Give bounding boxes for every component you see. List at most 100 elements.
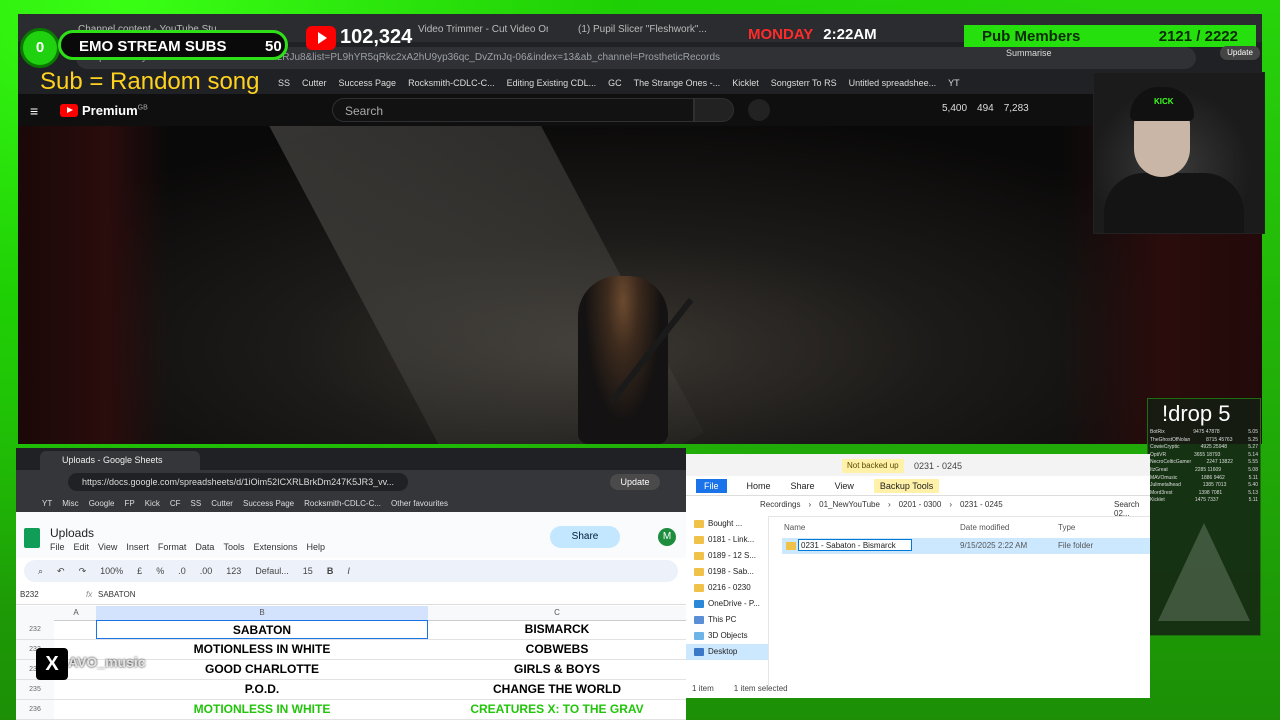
cell-song[interactable]: COBWEBS bbox=[428, 640, 686, 659]
ribbon-home-tab[interactable]: Home bbox=[747, 481, 771, 491]
sidebar-item-onedrive[interactable]: OneDrive - P... bbox=[686, 596, 768, 612]
breadcrumb-item[interactable]: Recordings bbox=[760, 500, 800, 509]
sheets-update-button[interactable]: Update bbox=[610, 474, 660, 490]
menu-view[interactable]: View bbox=[98, 542, 117, 552]
column-name[interactable]: Name bbox=[784, 523, 805, 532]
hamburger-menu-icon[interactable]: ≡ bbox=[30, 103, 38, 119]
bookmark-item[interactable]: YT bbox=[948, 78, 960, 88]
sidebar-item-this-pc[interactable]: This PC bbox=[686, 612, 768, 628]
cell-artist[interactable]: SABATON bbox=[96, 620, 428, 639]
rename-input[interactable]: 0231 - Sabaton - Bismarck bbox=[798, 539, 912, 551]
sheets-address-bar[interactable]: https://docs.google.com/spreadsheets/d/1… bbox=[68, 473, 408, 491]
sidebar-item[interactable]: 0216 - 0230 bbox=[686, 580, 768, 596]
search-icon[interactable]: ⌕ bbox=[38, 566, 43, 577]
sidebar-item[interactable]: 0189 - 12 S... bbox=[686, 548, 768, 564]
bookmark-item[interactable]: CF bbox=[170, 499, 181, 508]
bookmark-item[interactable]: Kicklet bbox=[732, 78, 759, 88]
summarise-button[interactable]: Summarise bbox=[1006, 48, 1052, 58]
menu-data[interactable]: Data bbox=[195, 542, 214, 552]
menu-insert[interactable]: Insert bbox=[126, 542, 149, 552]
bookmark-item[interactable]: FP bbox=[124, 499, 134, 508]
number-format-button[interactable]: 123 bbox=[226, 566, 241, 576]
font-size-input[interactable]: 15 bbox=[303, 566, 313, 576]
microphone-icon[interactable] bbox=[748, 99, 770, 121]
bookmark-item[interactable]: Rocksmith-CDLC-C... bbox=[408, 78, 495, 88]
doc-title[interactable]: Uploads bbox=[50, 526, 94, 540]
font-select[interactable]: Defaul... bbox=[255, 566, 289, 576]
bookmark-item[interactable]: Editing Existing CDL... bbox=[507, 78, 597, 88]
bookmark-item[interactable]: SS bbox=[191, 499, 202, 508]
bookmark-item[interactable]: Other favourites bbox=[391, 499, 448, 508]
bookmark-item[interactable]: SS bbox=[278, 78, 290, 88]
bookmark-item[interactable]: Cutter bbox=[302, 78, 327, 88]
bold-button[interactable]: B bbox=[327, 566, 334, 576]
column-date-modified[interactable]: Date modified bbox=[960, 523, 1009, 532]
menu-help[interactable]: Help bbox=[306, 542, 325, 552]
formula-input[interactable]: SABATON bbox=[98, 590, 136, 599]
redo-icon[interactable]: ↷ bbox=[79, 566, 87, 577]
bookmark-item[interactable]: Rocksmith-CDLC-C... bbox=[304, 499, 381, 508]
avatar[interactable]: M bbox=[658, 528, 676, 546]
sidebar-item[interactable]: 0198 - Sab... bbox=[686, 564, 768, 580]
menu-extensions[interactable]: Extensions bbox=[253, 542, 297, 552]
share-button[interactable]: Share bbox=[550, 526, 620, 548]
italic-button[interactable]: I bbox=[347, 566, 350, 576]
sidebar-item-3d-objects[interactable]: 3D Objects bbox=[686, 628, 768, 644]
cell-song[interactable]: CREATURES X: TO THE GRAV bbox=[428, 700, 686, 719]
sheets-logo-icon[interactable] bbox=[24, 528, 40, 548]
browser-update-button[interactable]: Update bbox=[1220, 46, 1260, 60]
ribbon-backup-tools-tab[interactable]: Backup Tools bbox=[873, 478, 940, 493]
browser-tab[interactable]: Video Trimmer - Cut Video Onlin... bbox=[418, 20, 548, 40]
sidebar-item-desktop[interactable]: Desktop bbox=[686, 644, 768, 660]
youtube-search-input[interactable]: Search bbox=[332, 98, 694, 122]
youtube-premium-logo[interactable]: PremiumGB bbox=[60, 103, 148, 118]
not-backed-up-badge[interactable]: Not backed up bbox=[842, 459, 904, 473]
menu-tools[interactable]: Tools bbox=[223, 542, 244, 552]
sidebar-item[interactable]: Bought ... bbox=[686, 516, 768, 532]
ribbon-view-tab[interactable]: View bbox=[835, 481, 854, 491]
video-player[interactable] bbox=[18, 126, 1262, 444]
bookmark-item[interactable]: GC bbox=[608, 78, 622, 88]
breadcrumb-item[interactable]: 0201 - 0300 bbox=[899, 500, 942, 509]
zoom-select[interactable]: 100% bbox=[100, 566, 123, 576]
sheets-browser-tab[interactable]: Uploads - Google Sheets bbox=[40, 451, 200, 470]
bookmark-item[interactable]: YT bbox=[42, 499, 52, 508]
undo-icon[interactable]: ↶ bbox=[57, 566, 65, 577]
bookmark-item[interactable]: Success Page bbox=[339, 78, 397, 88]
sidebar-item[interactable]: 0181 - Link... bbox=[686, 532, 768, 548]
list-item[interactable]: 0231 - Sabaton - Bismarck 9/15/2025 2:22… bbox=[782, 538, 1150, 554]
bookmark-item[interactable]: Cutter bbox=[211, 499, 233, 508]
row-number[interactable]: 232 bbox=[16, 620, 54, 639]
menu-file[interactable]: File bbox=[50, 542, 65, 552]
bookmark-item[interactable]: Misc bbox=[62, 499, 78, 508]
bookmark-item[interactable]: Songsterr To RS bbox=[771, 78, 837, 88]
cell-artist[interactable]: MOTIONLESS IN WHITE bbox=[96, 700, 428, 719]
menu-format[interactable]: Format bbox=[158, 542, 187, 552]
column-type[interactable]: Type bbox=[1058, 523, 1075, 532]
cell-song[interactable]: CHANGE THE WORLD bbox=[428, 680, 686, 699]
breadcrumb-item[interactable]: 0231 - 0245 bbox=[960, 500, 1003, 509]
row-number[interactable]: 235 bbox=[16, 680, 54, 699]
cell-artist[interactable]: P.O.D. bbox=[96, 680, 428, 699]
currency-button[interactable]: £ bbox=[137, 566, 142, 576]
bookmark-item[interactable]: Success Page bbox=[243, 499, 294, 508]
breadcrumb-item[interactable]: 01_NewYouTube bbox=[819, 500, 880, 509]
decrease-decimal-button[interactable]: .0 bbox=[178, 566, 186, 576]
column-header-b[interactable]: B bbox=[96, 606, 428, 620]
search-icon[interactable] bbox=[694, 98, 734, 122]
menu-edit[interactable]: Edit bbox=[74, 542, 90, 552]
cell-song[interactable]: GIRLS & BOYS bbox=[428, 660, 686, 679]
column-header-a[interactable]: A bbox=[56, 608, 96, 617]
bookmark-item[interactable]: Google bbox=[89, 499, 115, 508]
bookmark-item[interactable]: The Strange Ones -... bbox=[634, 78, 721, 88]
cell-song[interactable]: BISMARCK bbox=[428, 620, 686, 639]
column-header-c[interactable]: C bbox=[428, 608, 686, 617]
bookmark-item[interactable]: Untitled spreadshee... bbox=[849, 78, 937, 88]
cell-reference[interactable]: B232 bbox=[20, 590, 39, 599]
ribbon-file-tab[interactable]: File bbox=[696, 478, 727, 493]
increase-decimal-button[interactable]: .00 bbox=[200, 566, 213, 576]
percent-button[interactable]: % bbox=[156, 566, 164, 576]
bookmark-item[interactable]: Kick bbox=[145, 499, 160, 508]
explorer-search-input[interactable]: Search 02... bbox=[1114, 500, 1150, 518]
browser-tab[interactable]: (1) Pupil Slicer "Fleshwork"... bbox=[578, 20, 718, 40]
